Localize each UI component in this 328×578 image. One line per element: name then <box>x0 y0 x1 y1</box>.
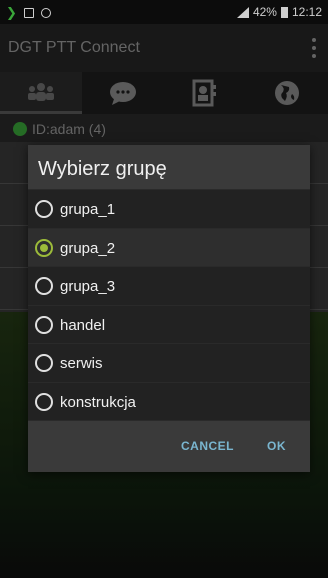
cancel-button[interactable]: CANCEL <box>181 439 234 453</box>
battery-percent: 42% <box>252 5 277 19</box>
select-group-dialog: Wybierz grupę grupa_1 grupa_2 grupa_3 ha… <box>28 145 310 472</box>
option-label: grupa_3 <box>60 278 116 295</box>
option-label: konstrukcja <box>60 393 136 411</box>
option-label: grupa_2 <box>60 239 116 257</box>
option-grupa-3[interactable]: grupa_3 <box>28 266 310 305</box>
status-bar: ❯ 42% 12:12 <box>0 0 328 24</box>
radio-button[interactable] <box>35 392 53 411</box>
ok-button[interactable]: OK <box>267 439 286 453</box>
radio-button[interactable] <box>35 200 53 218</box>
app-notification-icon: ❯ <box>6 5 17 20</box>
group-options: grupa_1 grupa_2 grupa_3 handel serwis ko… <box>28 189 310 420</box>
option-label: handel <box>60 316 106 334</box>
radio-button[interactable] <box>35 354 53 372</box>
option-grupa-2[interactable]: grupa_2 <box>28 227 310 266</box>
radio-button[interactable] <box>35 277 53 295</box>
signal-icon <box>236 6 249 18</box>
option-label: grupa_1 <box>60 201 116 218</box>
dialog-footer: CANCEL OK <box>28 420 310 472</box>
option-handel[interactable]: handel <box>28 304 310 343</box>
radio-button-selected[interactable] <box>35 238 53 257</box>
option-konstrukcja[interactable]: konstrukcja <box>28 381 310 420</box>
sync-icon <box>40 8 51 18</box>
option-serwis[interactable]: serwis <box>28 343 310 382</box>
battery-icon <box>280 6 288 18</box>
option-label: serwis <box>60 355 103 372</box>
option-grupa-1[interactable]: grupa_1 <box>28 189 310 228</box>
radio-button[interactable] <box>35 315 53 334</box>
clock: 12:12 <box>291 5 322 19</box>
gallery-icon <box>23 8 34 18</box>
dialog-title: Wybierz grupę <box>38 158 167 180</box>
